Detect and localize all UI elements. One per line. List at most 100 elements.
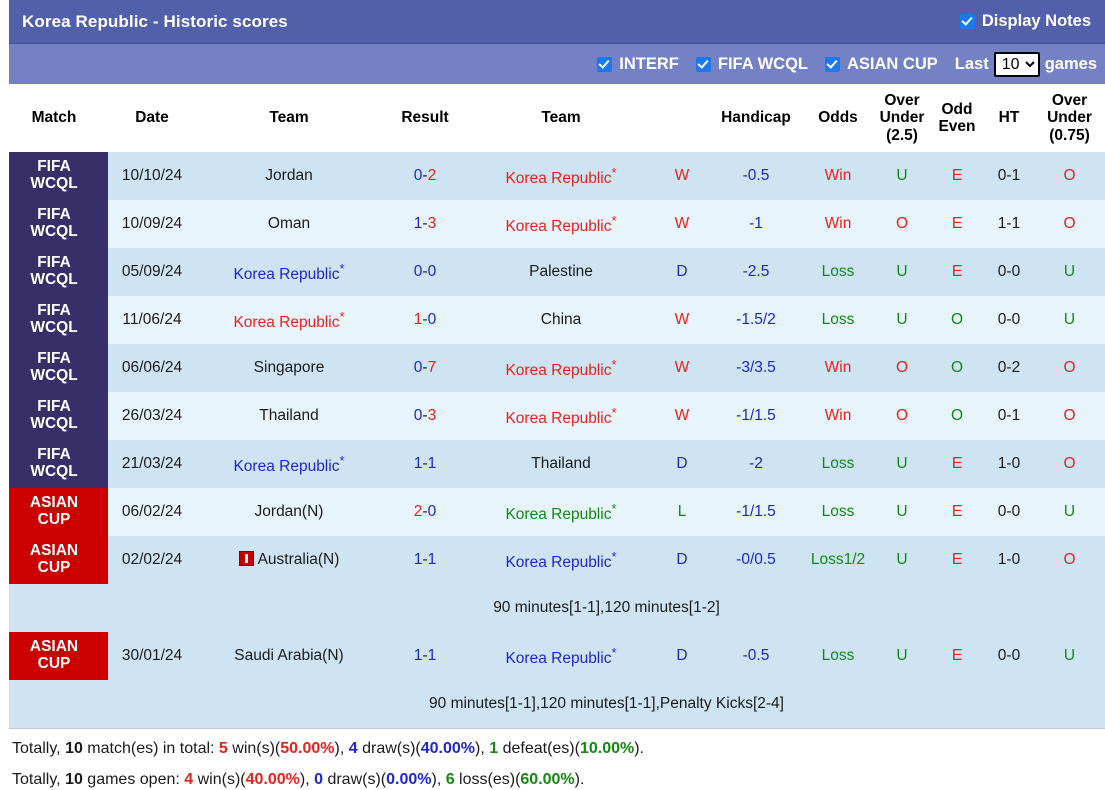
match-result[interactable]: 0-3 bbox=[382, 392, 468, 441]
asian-cup-checkbox-icon[interactable] bbox=[825, 56, 841, 72]
competition-line1: FIFA bbox=[37, 350, 71, 368]
competition-cell[interactable]: FIFA WCQL bbox=[0, 296, 108, 345]
col-date[interactable]: Date bbox=[108, 84, 196, 153]
home-team[interactable]: Korea Republic* bbox=[196, 440, 382, 489]
table-row[interactable]: FIFA WCQL 10/09/24 Oman 1-3 Korea Republic* W -… bbox=[0, 200, 1105, 249]
s2-total: 10 bbox=[65, 771, 83, 789]
table-row[interactable]: FIFA WCQL 26/03/24 Thailand 0-3 Korea Republi… bbox=[0, 392, 1105, 441]
match-result[interactable]: 0-0 bbox=[382, 248, 468, 297]
home-team[interactable]: Australia(N) bbox=[196, 536, 382, 585]
competition-line2: WCQL bbox=[30, 271, 78, 289]
competition-badge[interactable]: FIFA WCQL bbox=[0, 392, 108, 441]
s1-defeats: 1 bbox=[489, 740, 499, 758]
filter-asian-cup[interactable]: ASIAN CUP bbox=[825, 55, 938, 74]
home-team[interactable]: Jordan(N) bbox=[196, 488, 382, 537]
over-under-25-value: U bbox=[874, 536, 930, 585]
away-team[interactable]: Korea Republic* bbox=[468, 200, 654, 249]
competition-cell[interactable]: FIFA WCQL bbox=[0, 440, 108, 489]
competition-line1: FIFA bbox=[37, 206, 71, 224]
away-team[interactable]: Korea Republic* bbox=[468, 392, 654, 441]
competition-badge[interactable]: FIFA WCQL bbox=[0, 344, 108, 393]
away-team[interactable]: Korea Republic* bbox=[468, 152, 654, 201]
col-handicap[interactable]: Handicap bbox=[710, 84, 802, 153]
wdl-indicator: W bbox=[654, 200, 710, 249]
fifa-wcql-checkbox-icon[interactable] bbox=[695, 56, 711, 72]
competition-cell[interactable]: FIFA WCQL bbox=[0, 200, 108, 249]
games-count-select[interactable]: 10 bbox=[993, 51, 1040, 77]
col-match[interactable]: Match bbox=[0, 84, 108, 153]
competition-cell[interactable]: FIFA WCQL bbox=[0, 152, 108, 201]
col-over-under-075[interactable]: Over Under (0.75) bbox=[1034, 84, 1105, 153]
competition-cell[interactable]: FIFA WCQL bbox=[0, 392, 108, 441]
filter-asian-cup-label: ASIAN CUP bbox=[847, 54, 938, 73]
col-home-team[interactable]: Team bbox=[196, 84, 382, 153]
competition-cell[interactable]: ASIAN CUP bbox=[0, 536, 108, 585]
away-team[interactable]: Korea Republic* bbox=[468, 536, 654, 585]
col-odds[interactable]: Odds bbox=[802, 84, 874, 153]
match-result[interactable]: 2-0 bbox=[382, 488, 468, 537]
match-date: 21/03/24 bbox=[108, 440, 196, 489]
table-row[interactable]: ASIAN CUP 02/02/24 Australia(N) 1-1 Korea Rep… bbox=[0, 536, 1105, 585]
match-result[interactable]: 1-1 bbox=[382, 440, 468, 489]
score-away: 7 bbox=[427, 359, 437, 377]
match-result[interactable]: 0-2 bbox=[382, 152, 468, 201]
col-result[interactable]: Result bbox=[382, 84, 468, 153]
competition-cell[interactable]: ASIAN CUP bbox=[0, 488, 108, 537]
table-row[interactable]: FIFA WCQL 05/09/24 Korea Republic* 0-0 Palest… bbox=[0, 248, 1105, 297]
col-odd-even[interactable]: Odd Even bbox=[930, 84, 984, 153]
away-star: * bbox=[611, 548, 617, 564]
competition-badge[interactable]: FIFA WCQL bbox=[0, 296, 108, 345]
away-team[interactable]: China bbox=[468, 296, 654, 345]
display-notes-toggle[interactable]: Display Notes bbox=[959, 12, 1091, 31]
home-team[interactable]: Korea Republic* bbox=[196, 248, 382, 297]
away-team[interactable]: Korea Republic* bbox=[468, 344, 654, 393]
s1-wins-text: win(s)( bbox=[227, 740, 281, 758]
col-over-under-25[interactable]: Over Under (2.5) bbox=[874, 84, 930, 153]
table-row[interactable]: ASIAN CUP 30/01/24 Saudi Arabia(N) 1-1 Korea … bbox=[0, 632, 1105, 681]
match-result[interactable]: 1-1 bbox=[382, 632, 468, 681]
interf-checkbox-icon[interactable] bbox=[597, 56, 613, 72]
col-ht[interactable]: HT bbox=[984, 84, 1034, 153]
competition-badge[interactable]: FIFA WCQL bbox=[0, 152, 108, 201]
table-row[interactable]: FIFA WCQL 10/10/24 Jordan 0-2 Korea Republic*… bbox=[0, 152, 1105, 201]
ht-score: 1-0 bbox=[984, 536, 1034, 585]
competition-cell[interactable]: FIFA WCQL bbox=[0, 344, 108, 393]
home-team[interactable]: Oman bbox=[196, 200, 382, 249]
match-result[interactable]: 1-3 bbox=[382, 200, 468, 249]
competition-line1: FIFA bbox=[37, 302, 71, 320]
competition-badge[interactable]: ASIAN CUP bbox=[0, 632, 108, 681]
ht-score: 0-1 bbox=[984, 152, 1034, 201]
competition-badge[interactable]: ASIAN CUP bbox=[0, 536, 108, 585]
away-team[interactable]: Palestine bbox=[468, 248, 654, 297]
table-row[interactable]: FIFA WCQL 11/06/24 Korea Republic* 1-0 China W… bbox=[0, 296, 1105, 345]
table-row[interactable]: FIFA WCQL 21/03/24 Korea Republic* 1-1 Thaila… bbox=[0, 440, 1105, 489]
s2-losses: 6 bbox=[445, 771, 455, 789]
table-row[interactable]: FIFA WCQL 06/06/24 Singapore 0-7 Korea Republ… bbox=[0, 344, 1105, 393]
away-team[interactable]: Korea Republic* bbox=[468, 632, 654, 681]
home-team[interactable]: Thailand bbox=[196, 392, 382, 441]
match-result[interactable]: 1-0 bbox=[382, 296, 468, 345]
home-team[interactable]: Saudi Arabia(N) bbox=[196, 632, 382, 681]
home-team[interactable]: Korea Republic* bbox=[196, 296, 382, 345]
away-team[interactable]: Thailand bbox=[468, 440, 654, 489]
home-team[interactable]: Singapore bbox=[196, 344, 382, 393]
competition-badge[interactable]: FIFA WCQL bbox=[0, 440, 108, 489]
home-team[interactable]: Jordan bbox=[196, 152, 382, 201]
competition-badge[interactable]: FIFA WCQL bbox=[0, 248, 108, 297]
competition-badge[interactable]: ASIAN CUP bbox=[0, 488, 108, 537]
away-team[interactable]: Korea Republic* bbox=[468, 488, 654, 537]
header-row: Match Date Team Result Team Handicap Odd… bbox=[0, 84, 1105, 153]
filter-fifa-wcql[interactable]: FIFA WCQL bbox=[695, 55, 808, 74]
match-result[interactable]: 0-7 bbox=[382, 344, 468, 393]
summary-footer: Totally, 10 match(es) in total: 5 win(s)… bbox=[0, 728, 1105, 790]
competition-cell[interactable]: FIFA WCQL bbox=[0, 248, 108, 297]
display-notes-checkbox-icon[interactable] bbox=[959, 14, 975, 29]
competition-badge[interactable]: FIFA WCQL bbox=[0, 200, 108, 249]
s2-sep1: ), bbox=[299, 771, 315, 789]
competition-line1: FIFA bbox=[37, 254, 71, 272]
table-row[interactable]: ASIAN CUP 06/02/24 Jordan(N) 2-0 Korea Republ… bbox=[0, 488, 1105, 537]
competition-cell[interactable]: ASIAN CUP bbox=[0, 632, 108, 681]
col-away-team[interactable]: Team bbox=[468, 84, 654, 153]
filter-interf[interactable]: INTERF bbox=[597, 55, 679, 74]
match-result[interactable]: 1-1 bbox=[382, 536, 468, 585]
